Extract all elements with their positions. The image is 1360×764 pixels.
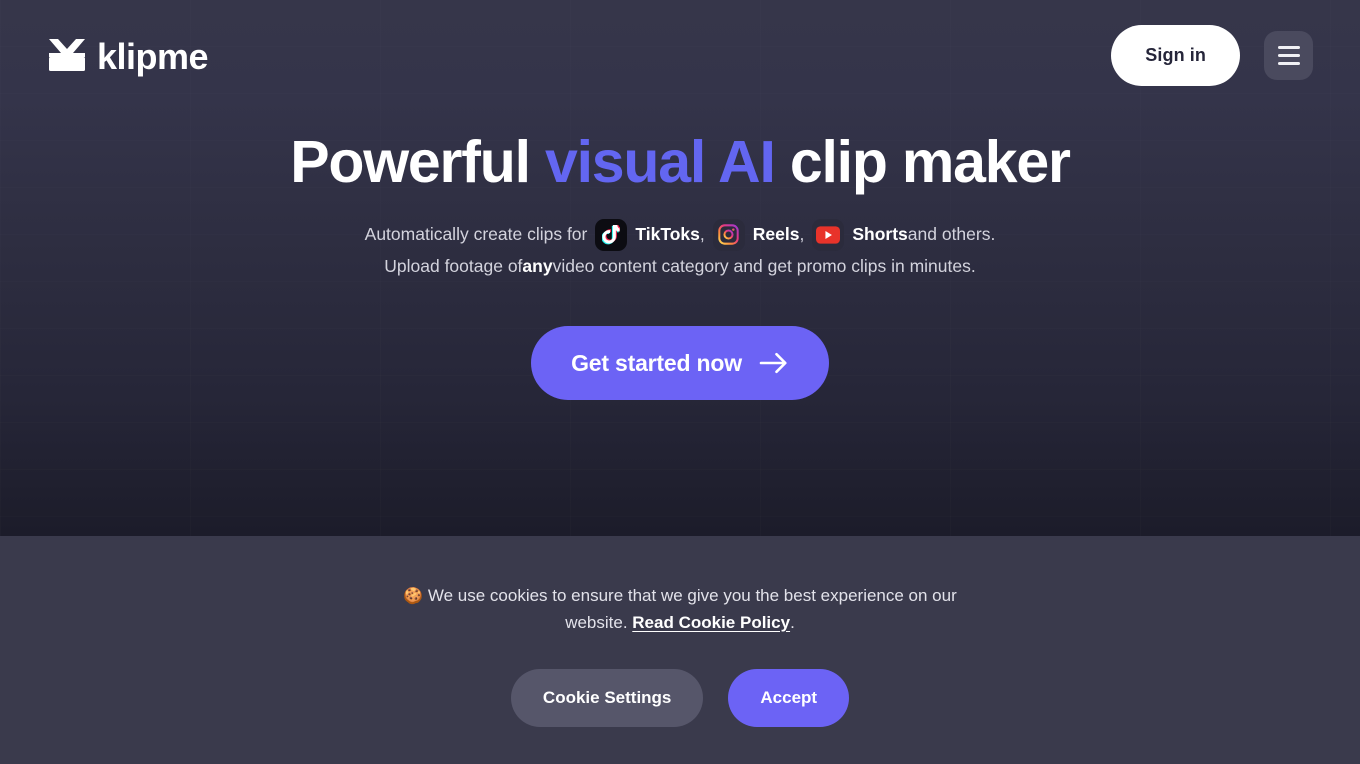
menu-bar-3 (1277, 61, 1300, 65)
shorts-label: Shorts (852, 224, 908, 245)
tiktok-label: TikToks (635, 224, 700, 245)
top-navigation-bar: klipme Sign in (0, 0, 1360, 110)
tiktok-icon (595, 218, 628, 251)
cookie-icon: 🍪 (403, 588, 424, 605)
cookie-accept-button[interactable]: Accept (728, 669, 850, 728)
subtitle-line2-prefix: Upload footage of (384, 255, 523, 276)
read-cookie-policy-link[interactable]: Read Cookie Policy (632, 613, 790, 632)
cookie-consent-banner: 🍪 We use cookies to ensure that we give … (0, 536, 1360, 764)
menu-bar-1 (1277, 45, 1300, 49)
page-title: Powerful visual AI clip maker (290, 129, 1071, 195)
page-root: klipme Sign in Powerful visual AI clip m… (0, 0, 1360, 764)
headline-accent: visual AI (544, 129, 776, 195)
top-bar-actions: Sign in (1111, 24, 1313, 86)
headline-part-1: Powerful (290, 129, 545, 195)
subtitle-line1-prefix: Automatically create clips for (364, 224, 588, 245)
cta-wrapper: Get started now (531, 326, 829, 401)
get-started-label: Get started now (571, 349, 742, 376)
subtitle-comma-1: , (699, 224, 705, 245)
subtitle-line-2: Upload footage of any video content cate… (365, 251, 996, 282)
subtitle-line-1: Automatically create clips for TikToks, (364, 218, 996, 251)
reels-label: Reels (752, 224, 800, 245)
subtitle-line2-bold: any (522, 255, 553, 276)
klipme-clip-mark-icon (49, 39, 85, 71)
hamburger-menu-icon[interactable] (1264, 30, 1313, 80)
get-started-button[interactable]: Get started now (531, 326, 829, 401)
subtitle-comma-2: , (799, 224, 805, 245)
cookie-message-part-2: . (790, 612, 795, 632)
brand-name-text: klipme (97, 36, 209, 77)
arrow-right-icon (759, 353, 787, 374)
subtitle-line2-suffix: video content category and get promo cli… (552, 255, 976, 276)
brand-logo[interactable]: klipme (47, 36, 209, 77)
headline-part-2: clip maker (774, 129, 1071, 195)
instagram-icon (712, 218, 745, 251)
sign-in-button[interactable]: Sign in (1111, 24, 1240, 86)
cookie-actions: Cookie Settings Accept (510, 669, 850, 728)
youtube-shorts-icon (812, 218, 845, 251)
subtitle-line1-suffix: and others. (907, 224, 996, 245)
hero-subtitle: Automatically create clips for TikToks, (364, 218, 996, 282)
cookie-settings-button[interactable]: Cookie Settings (510, 669, 704, 728)
cookie-message: 🍪 We use cookies to ensure that we give … (400, 583, 960, 636)
menu-bar-2 (1277, 53, 1300, 57)
